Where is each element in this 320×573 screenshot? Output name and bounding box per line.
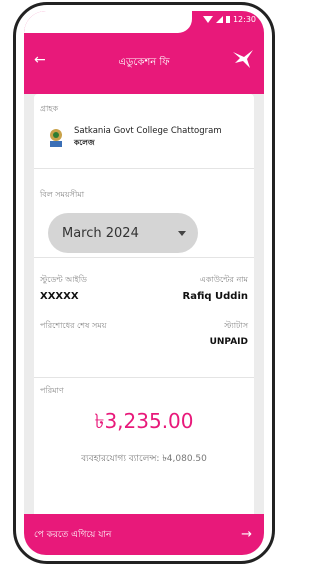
- status-time: 12:30: [232, 15, 256, 24]
- status-label: স্ট্যাটাস: [224, 321, 248, 330]
- chevron-down-icon: [178, 231, 186, 236]
- proceed-to-pay-label: পে করতে এগিয়ে যান: [34, 530, 112, 540]
- bill-card: গ্রাহক Satkania Govt College Chattogram …: [34, 94, 254, 555]
- status-icons: 12:30: [202, 15, 256, 24]
- deadline-label: পরিশোধের শেষ সময়: [40, 321, 107, 330]
- app-screen: 12:30 ← এডুকেশন ফি গ্রাহক Satkania Govt …: [24, 11, 264, 555]
- signal-icon: [215, 16, 223, 23]
- student-id-value: XXXXX: [40, 291, 79, 302]
- phone-frame: 12:30 ← এডুকেশন ফি গ্রাহক Satkania Govt …: [13, 2, 275, 564]
- institution-subname: কলেজ: [74, 138, 95, 147]
- status-notch: [24, 11, 192, 33]
- amount-value: ৳3,235.00: [94, 409, 194, 433]
- status-bar: 12:30: [24, 11, 264, 33]
- bill-period-label: বিল সময়সীমা: [40, 190, 85, 199]
- account-name-label: একাউন্টের নাম: [199, 275, 248, 284]
- amount-label: পরিমাণ: [40, 386, 64, 395]
- institution-section: গ্রাহক Satkania Govt College Chattogram …: [34, 94, 254, 169]
- app-bar: 12:30 ← এডুকেশন ফি: [24, 11, 264, 94]
- college-logo-icon: [50, 129, 62, 147]
- student-info-section: স্টুডেন্ট আইডি একাউন্টের নাম XXXXX Rafiq…: [34, 258, 254, 378]
- proceed-to-pay-button[interactable]: পে করতে এগিয়ে যান →: [24, 514, 264, 555]
- student-id-label: স্টুডেন্ট আইডি: [40, 275, 87, 284]
- available-balance: ব্যবহারযোগ্য ব্যালেন্স: ৳4,080.50: [81, 454, 207, 464]
- status-value: UNPAID: [209, 337, 248, 347]
- bird-logo-icon: [233, 50, 253, 68]
- wifi-icon: [202, 16, 213, 23]
- bill-period-value: March 2024: [62, 225, 139, 241]
- bill-period-dropdown[interactable]: March 2024: [48, 213, 198, 253]
- page-title: এডুকেশন ফি: [118, 57, 170, 68]
- arrow-right-icon: →: [241, 527, 252, 542]
- account-name-value: Rafiq Uddin: [182, 291, 248, 302]
- institution-label: গ্রাহক: [40, 104, 59, 113]
- institution-name: Satkania Govt College Chattogram: [74, 126, 222, 136]
- bill-period-section: বিল সময়সীমা March 2024: [34, 169, 254, 258]
- battery-icon: [225, 16, 230, 23]
- amount-section: পরিমাণ ৳3,235.00 ব্যবহারযোগ্য ব্যালেন্স:…: [34, 378, 254, 508]
